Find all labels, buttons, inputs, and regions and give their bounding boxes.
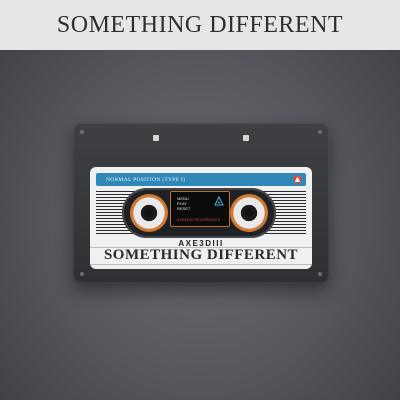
reel-left	[130, 194, 168, 232]
top-banner: SOMETHING DIFFERENT	[0, 0, 400, 50]
triangle-warning-icon	[293, 175, 302, 184]
divider	[90, 264, 312, 265]
cassette-label: NORMAL POSITION (TYPE I) MENU PLAY RESET	[90, 167, 312, 269]
type-strip: NORMAL POSITION (TYPE I)	[96, 173, 306, 186]
reel-left-hub	[145, 209, 153, 217]
top-slot-left	[153, 135, 159, 141]
type-label: NORMAL POSITION (TYPE I)	[106, 176, 186, 183]
reel-right-hub	[245, 209, 253, 217]
center-display: MENU PLAY RESET AXEEDIII RECORDINGS	[170, 191, 230, 227]
banner-title: SOMETHING DIFFERENT	[56, 11, 344, 38]
menu-item: RESET	[177, 206, 191, 211]
screw-top-right	[318, 130, 322, 134]
cassette-tape: NORMAL POSITION (TYPE I) MENU PLAY RESET	[73, 123, 329, 283]
tape-window: MENU PLAY RESET AXEEDIII RECORDINGS	[122, 188, 276, 238]
triangle-logo-icon	[214, 196, 224, 206]
top-slot-right	[243, 135, 249, 141]
screw-bottom-left	[80, 272, 84, 276]
reel-right	[230, 194, 268, 232]
red-caption: AXEEDIII RECORDINGS	[177, 218, 221, 222]
screw-top-left	[80, 130, 84, 134]
screw-bottom-right	[318, 272, 322, 276]
menu-list: MENU PLAY RESET	[177, 196, 190, 211]
album-title: SOMETHING DIFFERENT	[103, 247, 299, 263]
